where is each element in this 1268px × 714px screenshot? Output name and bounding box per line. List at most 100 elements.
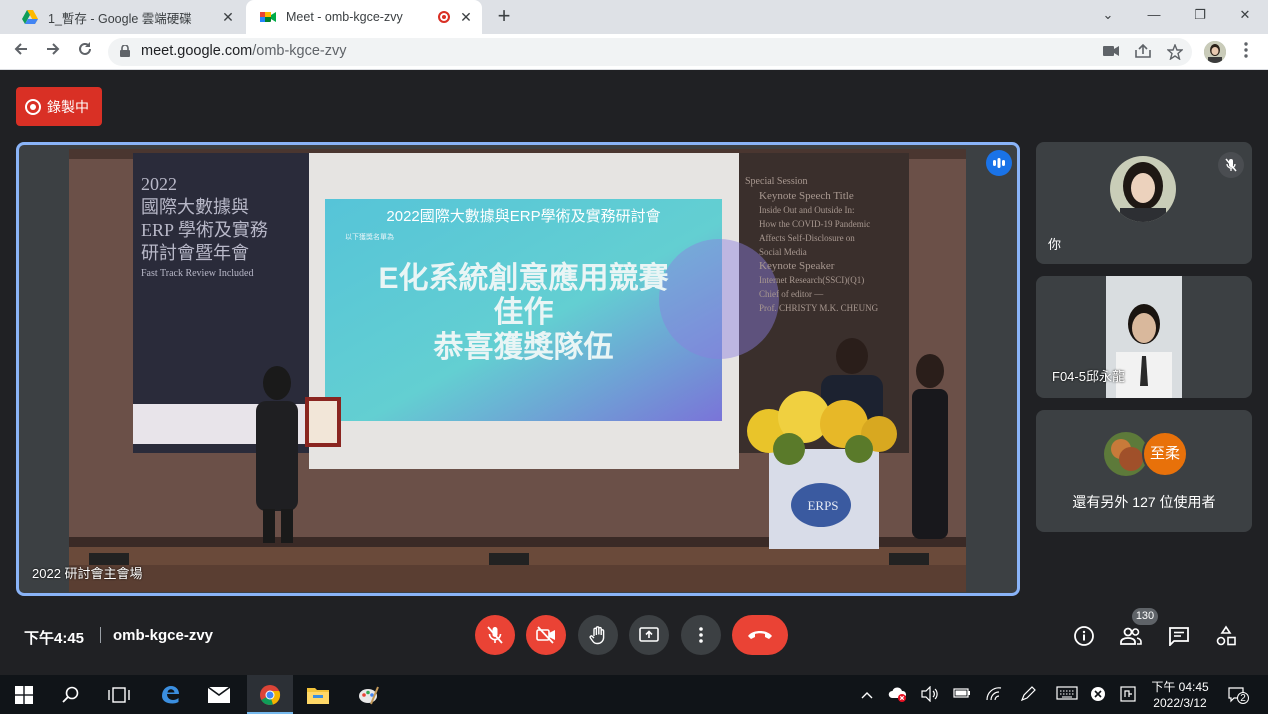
profile-avatar[interactable]	[1204, 41, 1226, 63]
banner-line: 研討會暨年會	[141, 243, 249, 263]
banner-line: Affects Self-Disclosure on	[759, 233, 855, 243]
banner-line: Social Media	[759, 247, 807, 257]
file-explorer-icon[interactable]	[304, 681, 332, 709]
recording-label: 錄製中	[47, 98, 89, 115]
input-method-icon[interactable]	[1118, 686, 1138, 704]
windows-start-icon[interactable]	[10, 681, 38, 709]
banner-line: Chief of editor —	[759, 289, 824, 299]
self-avatar	[1110, 156, 1176, 222]
banner-line: Special Session	[745, 176, 808, 187]
tab-meet[interactable]: Meet - omb-kgce-zvy ✕	[246, 0, 482, 34]
more-participants-tile[interactable]: 至柔 還有另外 127 位使用者	[1036, 410, 1252, 532]
lock-icon	[120, 45, 130, 57]
participant-tile[interactable]: F04-5邱永龍	[1036, 276, 1252, 398]
wifi-icon[interactable]	[984, 686, 1004, 704]
volume-icon[interactable]	[920, 685, 940, 704]
share-icon[interactable]	[1134, 43, 1152, 60]
mic-off-button[interactable]	[475, 615, 515, 655]
leave-call-button[interactable]	[732, 615, 788, 655]
taskbar-clock-time[interactable]: 下午 04:45	[1150, 678, 1210, 695]
meeting-info-icon[interactable]	[1072, 624, 1096, 648]
browser-menu-icon[interactable]	[1238, 42, 1254, 62]
main-video-tile[interactable]: 2022 國際大數據與 ERP 學術及實務 研討會暨年會 Fast Track …	[16, 142, 1020, 596]
battery-icon[interactable]	[952, 686, 972, 704]
participant-name: F04-5邱永龍	[1052, 369, 1125, 384]
pen-icon[interactable]	[1018, 686, 1038, 704]
speaking-indicator-icon	[986, 150, 1012, 176]
more-vert-icon	[699, 627, 703, 643]
taskbar-clock-date[interactable]: 2022/3/12	[1150, 696, 1210, 710]
recording-badge[interactable]: 錄製中	[16, 87, 102, 126]
banner-line: Internet Research(SSCI)(Q1)	[759, 275, 865, 285]
close-window-button[interactable]: ✕	[1222, 0, 1268, 30]
hang-up-icon	[748, 631, 772, 639]
tab-google-drive[interactable]: 1_暫存 - Google 雲端硬碟 ✕	[8, 0, 244, 34]
search-icon[interactable]	[57, 681, 85, 709]
mail-icon[interactable]	[205, 681, 233, 709]
show-hidden-icons[interactable]	[857, 686, 877, 704]
slide-award-level: 佳作	[493, 296, 554, 329]
touch-keyboard-icon[interactable]	[1055, 686, 1079, 704]
tab-close-icon[interactable]: ✕	[458, 9, 474, 25]
reload-icon[interactable]	[73, 40, 97, 64]
forward-arrow-icon[interactable]	[41, 40, 65, 64]
new-tab-button[interactable]: +	[493, 5, 515, 28]
url-text[interactable]: meet.google.com/omb-kgce-zvy	[141, 43, 347, 59]
notification-center-icon[interactable]: 2	[1226, 686, 1250, 704]
banner-line: Inside Out and Outside In:	[759, 205, 855, 215]
banner-line: ERP 學術及實務	[141, 220, 268, 240]
hand-icon	[589, 626, 605, 645]
chrome-icon[interactable]	[256, 681, 284, 709]
tab-title: Meet - omb-kgce-zvy	[286, 10, 403, 24]
banner-year: 2022	[141, 174, 177, 194]
notification-count: 2	[1240, 693, 1246, 704]
present-screen-button[interactable]	[629, 615, 669, 655]
url-path: /omb-kgce-zvy	[252, 43, 347, 59]
meeting-code: omb-kgce-zvy	[113, 627, 214, 644]
recording-indicator-icon	[438, 11, 450, 23]
people-icon[interactable]	[1119, 624, 1143, 648]
right-banner: Special Session Keynote Speech Title Ins…	[745, 175, 915, 315]
meeting-time: 下午4:45	[24, 630, 85, 647]
present-icon	[639, 627, 659, 642]
banner-line: Keynote Speech Title	[759, 190, 854, 202]
participant-avatar-letter: 至柔	[1142, 431, 1188, 477]
paint-icon[interactable]	[354, 681, 382, 709]
participant-count-badge: 130	[1132, 608, 1158, 625]
minimize-button[interactable]: —	[1131, 0, 1177, 30]
restore-button[interactable]: ❐	[1177, 0, 1223, 30]
raise-hand-button[interactable]	[578, 615, 618, 655]
divider	[100, 627, 101, 643]
record-icon	[25, 98, 41, 115]
camera-off-button[interactable]	[526, 615, 566, 655]
slide-title: 2022國際大數據與ERP學術及實務研討會	[386, 208, 661, 225]
mic-off-icon	[487, 626, 503, 644]
tab-title: 1_暫存 - Google 雲端硬碟	[48, 11, 192, 26]
google-meet-icon	[260, 12, 276, 22]
google-drive-icon	[22, 10, 38, 24]
banner-sub: Fast Track Review Included	[141, 268, 254, 279]
activities-icon[interactable]	[1214, 624, 1238, 648]
slide-content: 2022國際大數據與ERP學術及實務研討會 以下獲獎名單為 E化系統創意應用競賽…	[325, 205, 722, 366]
bookmark-star-icon[interactable]	[1166, 43, 1184, 61]
banner-line: 國際大數據與	[141, 197, 249, 217]
tab-close-icon[interactable]: ✕	[220, 9, 236, 25]
chat-icon[interactable]	[1167, 624, 1191, 648]
tab-search-icon[interactable]: ⌄	[1085, 0, 1131, 30]
slide-award-category: E化系統創意應用競賽	[378, 262, 669, 295]
slide-congrats: 恭喜獲獎隊伍	[433, 331, 614, 364]
left-banner: 2022 國際大數據與 ERP 學術及實務 研討會暨年會 Fast Track …	[141, 173, 311, 283]
camera-off-icon	[536, 626, 555, 644]
onedrive-error-icon[interactable]	[888, 686, 908, 704]
back-arrow-icon[interactable]	[9, 40, 33, 64]
close-circle-icon[interactable]	[1088, 686, 1108, 704]
camera-in-use-icon[interactable]	[1102, 44, 1120, 60]
main-video-label: 2022 研討會主會場	[32, 566, 143, 581]
participant-tile-self[interactable]: 你	[1036, 142, 1252, 264]
banner-line: Prof. CHRISTY M.K. CHEUNG	[759, 303, 879, 313]
banner-line: How the COVID-19 Pandemic	[759, 219, 871, 229]
podium-logo: ERPS	[807, 498, 839, 513]
task-view-icon[interactable]	[105, 681, 133, 709]
more-options-button[interactable]	[681, 615, 721, 655]
edge-browser-icon[interactable]	[156, 681, 184, 709]
